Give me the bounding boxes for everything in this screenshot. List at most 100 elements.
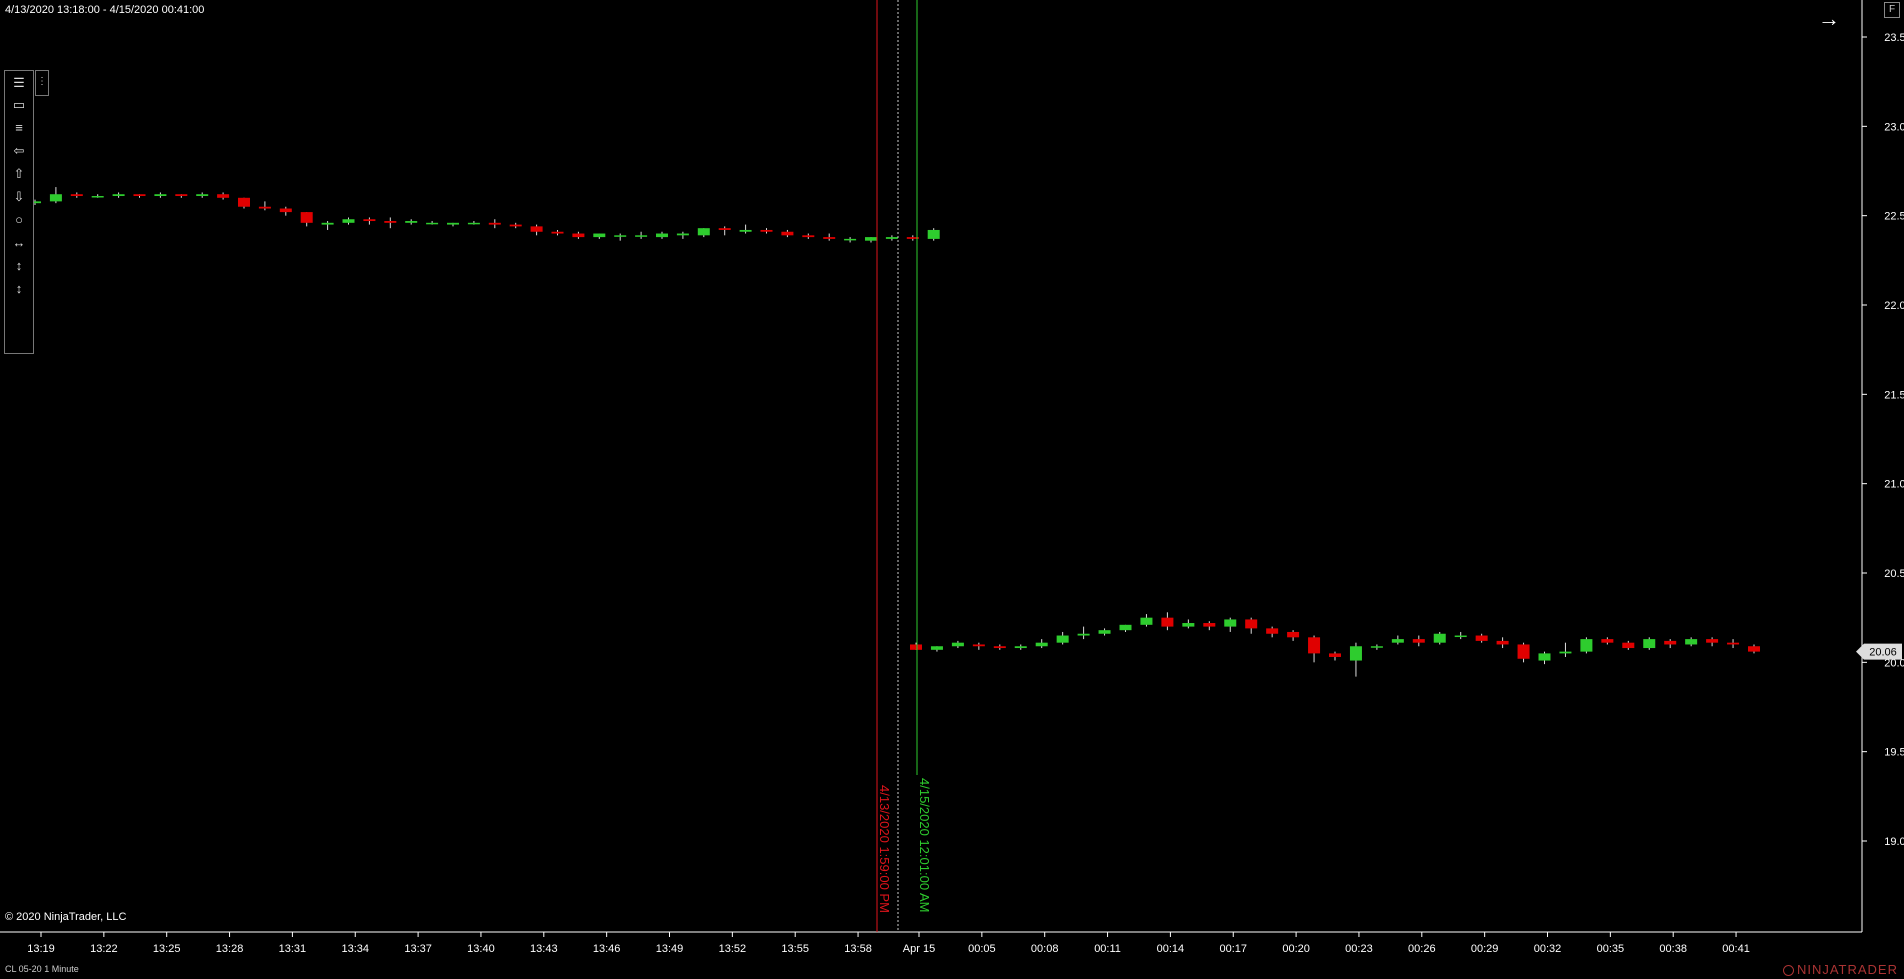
candle-body: [1349, 646, 1362, 661]
candle-body: [238, 197, 250, 207]
x-s1-tick-label: 13:58: [844, 943, 872, 955]
drawing-toolbar: ⋮ ☰ ▭ ≡ ⇦ ⇧ ⇩ ○ ↔ ↕ ↕: [4, 70, 49, 354]
x-s1-tick-label: 13:25: [153, 943, 181, 955]
f-button[interactable]: F: [1884, 2, 1900, 18]
x-s2-tick-label: 00:14: [1157, 943, 1185, 955]
candle-body: [1706, 639, 1719, 643]
candle-body: [614, 235, 627, 237]
candle-body: [1664, 640, 1677, 645]
x-s1-tick-label: 13:52: [719, 943, 747, 955]
candle-body: [1496, 640, 1509, 645]
candle-body: [1412, 639, 1425, 643]
candle-body: [1056, 635, 1069, 643]
copyright-label: © 2020 NinjaTrader, LLC: [5, 911, 127, 923]
candle-body: [1370, 646, 1383, 648]
x-s1-tick-label: 13:55: [781, 943, 809, 955]
x-s1-tick-label: 13:46: [593, 943, 621, 955]
x-s2-tick-label: 00:08: [1031, 943, 1059, 955]
y-tick-label: 19.00: [1884, 836, 1904, 848]
price-chart[interactable]: 23.5023.0022.5022.0021.5021.0020.5020.00…: [0, 0, 1904, 979]
vertical-range-icon-2[interactable]: ↕: [9, 279, 29, 299]
candle-body: [697, 228, 710, 236]
bar-list-icon[interactable]: ≡: [9, 118, 29, 138]
arrow-right-icon[interactable]: →: [1818, 6, 1840, 32]
candle-body: [467, 222, 480, 225]
candle-body: [718, 228, 731, 230]
x-s2-tick-label: 00:41: [1722, 943, 1750, 955]
x-s1-tick-label: 13:43: [530, 943, 558, 955]
x-s2-tick-label: 00:20: [1282, 943, 1310, 955]
candle-body: [1224, 619, 1237, 627]
candle-body: [258, 206, 271, 209]
candle-body: [1433, 633, 1446, 643]
x-s1-tick-label: 13:37: [404, 943, 432, 955]
candle-body: [1559, 651, 1572, 654]
y-tick-label: 21.50: [1884, 389, 1904, 401]
x-s2-tick-label: 00:17: [1219, 943, 1247, 955]
candle-body: [154, 194, 167, 197]
marker-label-1: 4/13/2020 1:59:00 PM: [877, 785, 892, 913]
y-tick-label: 23.50: [1884, 32, 1904, 44]
x-s2-tick-label: 00:26: [1408, 943, 1436, 955]
candle-body: [1685, 639, 1698, 645]
candle-body: [656, 233, 668, 238]
last-price-label: 20.06: [1869, 647, 1897, 659]
candle-body: [300, 212, 313, 223]
horizontal-range-icon[interactable]: ↔: [9, 233, 29, 253]
candle-body: [1266, 628, 1279, 634]
candle-body: [802, 235, 815, 238]
toolbar-grip-icon[interactable]: ⋮: [35, 70, 49, 96]
candle-body: [739, 229, 752, 232]
candle-body: [384, 221, 397, 223]
candle-body: [509, 224, 522, 227]
ellipse-icon[interactable]: ○: [9, 210, 29, 230]
candle-body: [1538, 653, 1551, 661]
candle-body: [635, 235, 648, 237]
x-s1-tick-label: 13:22: [90, 943, 118, 955]
menu-icon[interactable]: ☰: [9, 73, 29, 93]
candle-body: [844, 238, 857, 241]
candle-body: [1308, 637, 1321, 654]
vertical-range-icon[interactable]: ↕: [9, 256, 29, 276]
date-range-label: 4/13/2020 13:18:00 - 4/15/2020 00:41:00: [5, 4, 205, 16]
candle-body: [1287, 631, 1300, 638]
candle-body: [1727, 642, 1740, 645]
candle-body: [1517, 644, 1530, 659]
x-s2-tick-label: 00:05: [968, 943, 996, 955]
candle-body: [49, 194, 62, 202]
candle-body: [572, 233, 585, 238]
candle-body: [1140, 617, 1153, 625]
y-tick-label: 22.00: [1884, 300, 1904, 312]
candle-body: [1245, 619, 1258, 629]
candle-body: [823, 237, 836, 239]
candle-body: [1748, 646, 1760, 652]
candle-body: [1161, 617, 1174, 627]
x-s1-tick-label: 13:40: [467, 943, 495, 955]
candle-body: [112, 194, 125, 197]
candle-body: [133, 194, 146, 197]
brand-logo: NINJATRADER: [1782, 962, 1898, 977]
y-tick-label: 23.00: [1884, 121, 1904, 133]
candle-body: [993, 646, 1006, 649]
candle-body: [1622, 642, 1635, 649]
candle-body: [530, 226, 543, 232]
arrow-left-icon[interactable]: ⇦: [9, 141, 29, 161]
x-s2-tick-label: 00:23: [1345, 943, 1373, 955]
arrow-down-icon[interactable]: ⇩: [9, 187, 29, 207]
candle-body: [196, 194, 209, 197]
instrument-label: CL 05-20 1 Minute: [5, 964, 79, 974]
y-tick-label: 21.00: [1884, 479, 1904, 491]
candle-body: [488, 222, 501, 225]
rectangle-icon[interactable]: ▭: [9, 95, 29, 115]
x-s2-tick-label: 00:38: [1659, 943, 1687, 955]
candle-body: [972, 644, 985, 647]
arrow-up-icon[interactable]: ⇧: [9, 164, 29, 184]
x-s1-tick-label: 13:49: [656, 943, 684, 955]
y-tick-label: 19.50: [1884, 747, 1904, 759]
candle-body: [175, 194, 188, 197]
candle-body: [1454, 635, 1467, 638]
candle-body: [1391, 639, 1404, 643]
candle-body: [1475, 635, 1488, 641]
candle-body: [1077, 633, 1090, 636]
y-tick-label: 20.50: [1884, 568, 1904, 580]
